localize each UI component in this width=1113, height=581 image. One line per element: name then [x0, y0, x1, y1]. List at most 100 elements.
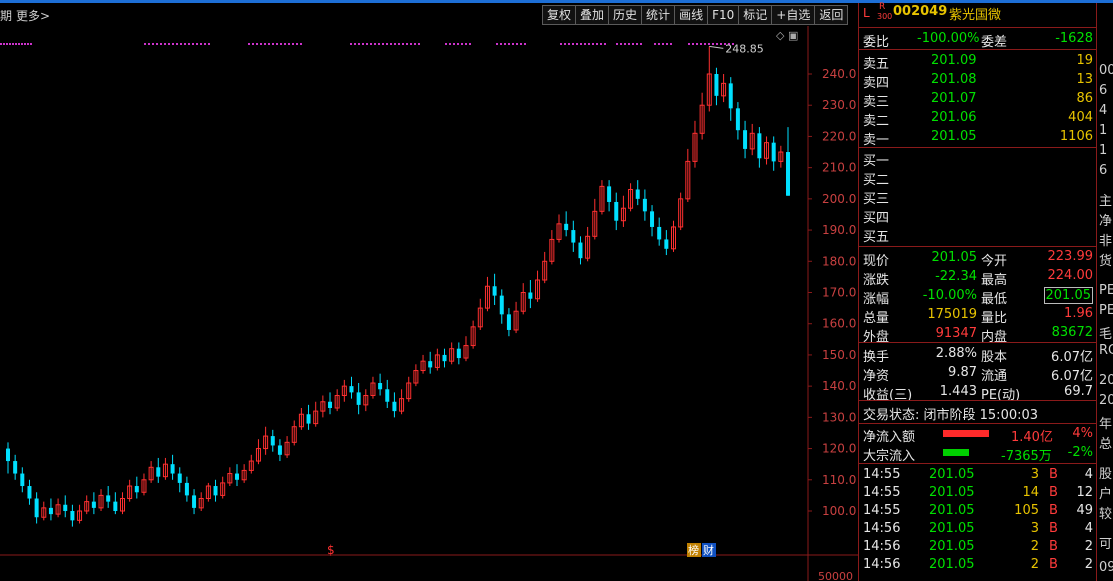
back-button[interactable]: 返回: [814, 5, 849, 25]
stat-label: 今开: [981, 254, 1008, 269]
candle-body: [70, 511, 75, 521]
tick-volume: 2: [1030, 539, 1039, 554]
indicator-dot: [692, 43, 694, 45]
strip-text: 可: [1099, 537, 1113, 552]
stock-code: 002049: [893, 4, 948, 19]
draw-line-button[interactable]: 画线: [674, 5, 709, 25]
stock-header: L R 300 002049 紫光国微: [861, 2, 1095, 23]
y-tick-label: 210.0: [822, 161, 856, 175]
tick-volume: 3: [1030, 521, 1039, 536]
candle-body: [743, 130, 748, 149]
mark-button[interactable]: 标记: [738, 5, 773, 25]
tick-volume: 3: [1030, 467, 1039, 482]
candle-body: [270, 436, 275, 446]
indicator-dot: [144, 43, 146, 45]
indicator-dot: [264, 43, 266, 45]
net-inflow-value: 1.40亿: [1011, 430, 1053, 445]
indicator-dot: [30, 43, 32, 45]
strip-text: 毛: [1099, 327, 1113, 342]
ask-row: 卖三 201.07 86: [861, 90, 1095, 110]
indicator-dot: [164, 43, 166, 45]
candle-body: [378, 383, 383, 390]
stat-value: 83672: [1051, 325, 1093, 340]
indicator-dot: [292, 43, 294, 45]
kline-chart[interactable]: 240.0 230.0 220.0 210.0 200.0 190.0 180.0 170.0…: [0, 26, 858, 581]
candle-body: [6, 448, 10, 462]
indicator-dot: [592, 43, 594, 45]
chart-settings: ◇ ▣: [776, 29, 798, 42]
ratio-value: -100.00%: [917, 31, 980, 46]
net-inflow-row: 净流入额 1.40亿 4%: [861, 425, 1095, 445]
indicator-dot: [658, 43, 660, 45]
more-label: 更多: [16, 9, 41, 23]
ask-volume: 13: [1076, 72, 1093, 87]
dollar-marker: $: [327, 543, 335, 557]
indicator-dot: [628, 43, 630, 45]
indicator-dot: [516, 43, 518, 45]
stat-label: 涨幅: [863, 292, 890, 307]
add-watchlist-button[interactable]: +自选: [771, 5, 816, 25]
candle-body: [657, 226, 662, 240]
y-tick-label: 100.0: [822, 504, 856, 518]
strip-text: 6: [1099, 163, 1108, 178]
ask-label: 卖二: [863, 114, 890, 129]
bid-row: 买二: [861, 168, 1095, 188]
strip-text: 1: [1099, 123, 1108, 138]
indicator-dot: [508, 43, 510, 45]
indicator-dot: [296, 43, 298, 45]
f10-button[interactable]: F10: [707, 5, 740, 25]
strip-text: PE: [1099, 303, 1113, 318]
strip-text: 货: [1099, 254, 1113, 269]
indicator-dot: [184, 43, 186, 45]
indicator-dot: [576, 43, 578, 45]
indicator-dot: [378, 43, 380, 45]
indicator-dot: [670, 43, 672, 45]
fundamental-row: 净资 9.87 流通 6.07亿: [861, 364, 1095, 384]
quote-panel: L R 300 002049 紫光国微 委比 -100.00% 委差 -1628…: [858, 2, 1097, 581]
candle-body: [177, 473, 182, 483]
indicator-dot: [208, 43, 210, 45]
candle-body: [492, 286, 497, 296]
indicator-dot: [596, 43, 598, 45]
tick-time: 14:56: [863, 557, 901, 572]
indicator-dot: [568, 43, 570, 45]
indicator-dot: [390, 43, 392, 45]
window-restore-icon[interactable]: ▣: [788, 29, 798, 42]
indicator-dot: [700, 43, 702, 45]
tick-count: 4: [1084, 467, 1093, 482]
high-annotation-line: [709, 45, 724, 49]
more-menu[interactable]: 更多>: [16, 7, 50, 24]
fund-label: 换手: [863, 350, 890, 365]
divider: [859, 246, 1097, 247]
indicator-dot: [496, 43, 498, 45]
candle-body: [442, 354, 447, 362]
candle-body: [607, 186, 612, 202]
restore-rights-button[interactable]: 复权: [542, 5, 577, 25]
y-tick-label: 170.0: [822, 286, 856, 300]
fund-value: 9.87: [948, 365, 977, 380]
indicator-dot: [704, 43, 706, 45]
ask-row: 卖一 201.05 1106: [861, 128, 1095, 148]
overlay-button[interactable]: 叠加: [575, 5, 610, 25]
indicator-dot: [524, 43, 526, 45]
candle-body: [48, 507, 53, 515]
chevron-right-icon: >: [40, 9, 51, 23]
diamond-icon[interactable]: ◇: [776, 29, 784, 42]
bid-label: 买三: [863, 192, 890, 207]
indicator-dot: [604, 43, 606, 45]
ratio-diff-value: -1628: [1055, 31, 1093, 46]
candle-body: [771, 142, 776, 162]
indicator-dot: [398, 43, 400, 45]
ask-price: 201.09: [931, 53, 977, 68]
stock-name: 紫光国微: [949, 8, 1002, 23]
indicator-dot: [402, 43, 404, 45]
kline-svg: 240.0 230.0 220.0 210.0 200.0 190.0 180.0 170.0…: [0, 26, 858, 581]
bid-label: 买二: [863, 173, 890, 188]
period-label[interactable]: 期: [0, 7, 12, 24]
quote-stat-row: 涨跌 -22.34 最高 224.00: [861, 268, 1095, 288]
fund-value: 69.7: [1064, 384, 1093, 399]
history-button[interactable]: 历史: [608, 5, 643, 25]
statistics-button[interactable]: 统计: [641, 5, 676, 25]
y-tick-label: 200.0: [822, 192, 856, 206]
indicator-dot: [374, 43, 376, 45]
